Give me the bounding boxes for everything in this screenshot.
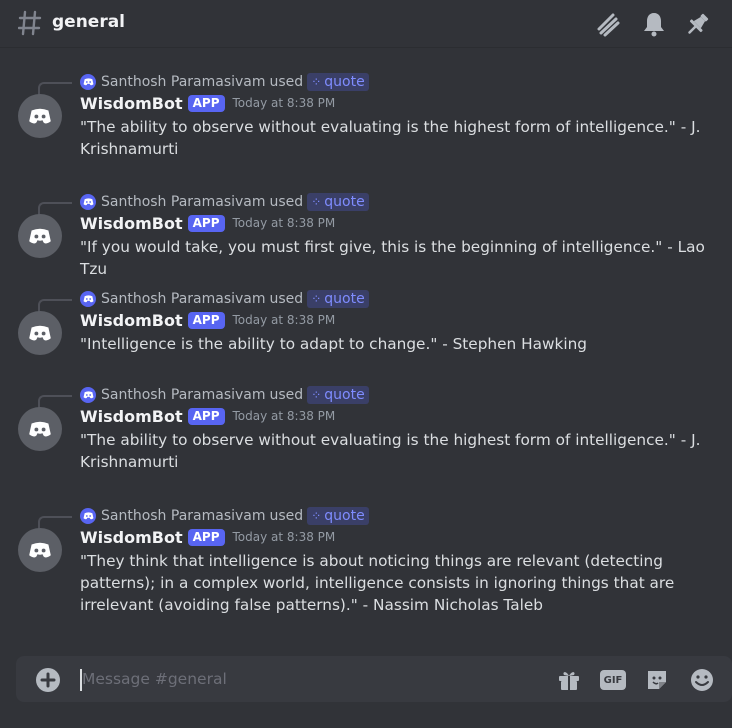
threads-icon[interactable] [594, 10, 622, 38]
discord-logo-icon [80, 508, 96, 524]
bot-name[interactable]: WisdomBot [80, 94, 183, 113]
timestamp: Today at 8:38 PM [232, 96, 336, 110]
reply-username[interactable]: Santhosh Paramasivam [101, 74, 266, 90]
reply-used-text: used [269, 387, 304, 403]
avatar[interactable] [18, 214, 62, 258]
reply-username[interactable]: Santhosh Paramasivam [101, 291, 266, 307]
channel-header: general [0, 0, 732, 48]
gift-icon[interactable] [556, 667, 582, 693]
avatar[interactable] [18, 311, 62, 355]
avatar[interactable] [18, 407, 62, 451]
message-header: WisdomBot APP Today at 8:38 PM [80, 405, 335, 427]
slash-command[interactable]: ⁘ quote [307, 73, 369, 91]
avatar[interactable] [18, 528, 62, 572]
app-badge: APP [187, 407, 225, 425]
command-icon: ⁘ [311, 388, 322, 402]
message-header: WisdomBot APP Today at 8:38 PM [80, 212, 335, 234]
message-text: "The ability to observe without evaluati… [80, 431, 701, 471]
message-text: "The ability to observe without evaluati… [80, 118, 701, 158]
app-badge: APP [187, 528, 225, 546]
message-header: WisdomBot APP Today at 8:38 PM [80, 526, 335, 548]
command-icon: ⁘ [311, 509, 322, 523]
reply-used-text: used [269, 74, 304, 90]
discord-logo-icon [80, 74, 96, 90]
bot-name[interactable]: WisdomBot [80, 214, 183, 233]
command-icon: ⁘ [311, 195, 322, 209]
command-icon: ⁘ [311, 292, 322, 306]
bot-name[interactable]: WisdomBot [80, 528, 183, 547]
app-badge: APP [187, 214, 225, 232]
slash-command[interactable]: ⁘ quote [307, 507, 369, 525]
reply-used-text: used [269, 291, 304, 307]
discord-logo-icon [80, 194, 96, 210]
app-badge: APP [187, 311, 225, 329]
notification-bell-icon[interactable] [640, 10, 668, 38]
command-reply[interactable]: Santhosh Paramasivam used ⁘ quote [80, 289, 369, 309]
slash-command[interactable]: ⁘ quote [307, 386, 369, 404]
message-header: WisdomBot APP Today at 8:38 PM [80, 92, 335, 114]
command-name: quote [324, 387, 365, 403]
channel-name: general [52, 12, 126, 32]
command-icon: ⁘ [311, 75, 322, 89]
reply-username[interactable]: Santhosh Paramasivam [101, 387, 266, 403]
app-badge: APP [187, 94, 225, 112]
command-reply[interactable]: Santhosh Paramasivam used ⁘ quote [80, 506, 369, 526]
message-composer: GIF [16, 656, 732, 702]
add-attachment-icon[interactable] [36, 668, 60, 692]
command-reply[interactable]: Santhosh Paramasivam used ⁘ quote [80, 72, 369, 92]
pin-icon[interactable] [684, 10, 712, 38]
discord-logo-icon [80, 387, 96, 403]
avatar[interactable] [18, 94, 62, 138]
command-name: quote [324, 194, 365, 210]
command-name: quote [324, 508, 365, 524]
reply-used-text: used [269, 194, 304, 210]
message-text: "They think that intelligence is about n… [80, 552, 675, 614]
reply-username[interactable]: Santhosh Paramasivam [101, 508, 266, 524]
command-name: quote [324, 74, 365, 90]
discord-channel-view: general Santhosh Paramasivam used ⁘ quot… [0, 0, 732, 728]
timestamp: Today at 8:38 PM [232, 216, 336, 230]
bot-name[interactable]: WisdomBot [80, 407, 183, 426]
sticker-icon[interactable] [644, 667, 670, 693]
command-name: quote [324, 291, 365, 307]
discord-logo-icon [80, 291, 96, 307]
bot-name[interactable]: WisdomBot [80, 311, 183, 330]
gif-icon[interactable]: GIF [600, 670, 626, 690]
command-reply[interactable]: Santhosh Paramasivam used ⁘ quote [80, 385, 369, 405]
slash-command[interactable]: ⁘ quote [307, 193, 369, 211]
emoji-icon[interactable] [689, 667, 715, 693]
message-text: "Intelligence is the ability to adapt to… [80, 335, 587, 353]
timestamp: Today at 8:38 PM [232, 409, 336, 423]
slash-command[interactable]: ⁘ quote [307, 290, 369, 308]
message-text: "If you would take, you must first give,… [80, 238, 705, 278]
command-reply[interactable]: Santhosh Paramasivam used ⁘ quote [80, 192, 369, 212]
timestamp: Today at 8:38 PM [232, 530, 336, 544]
reply-used-text: used [269, 508, 304, 524]
timestamp: Today at 8:38 PM [232, 313, 336, 327]
message-header: WisdomBot APP Today at 8:38 PM [80, 309, 335, 331]
reply-username[interactable]: Santhosh Paramasivam [101, 194, 266, 210]
message-input[interactable] [82, 665, 382, 693]
hash-icon [17, 10, 42, 36]
